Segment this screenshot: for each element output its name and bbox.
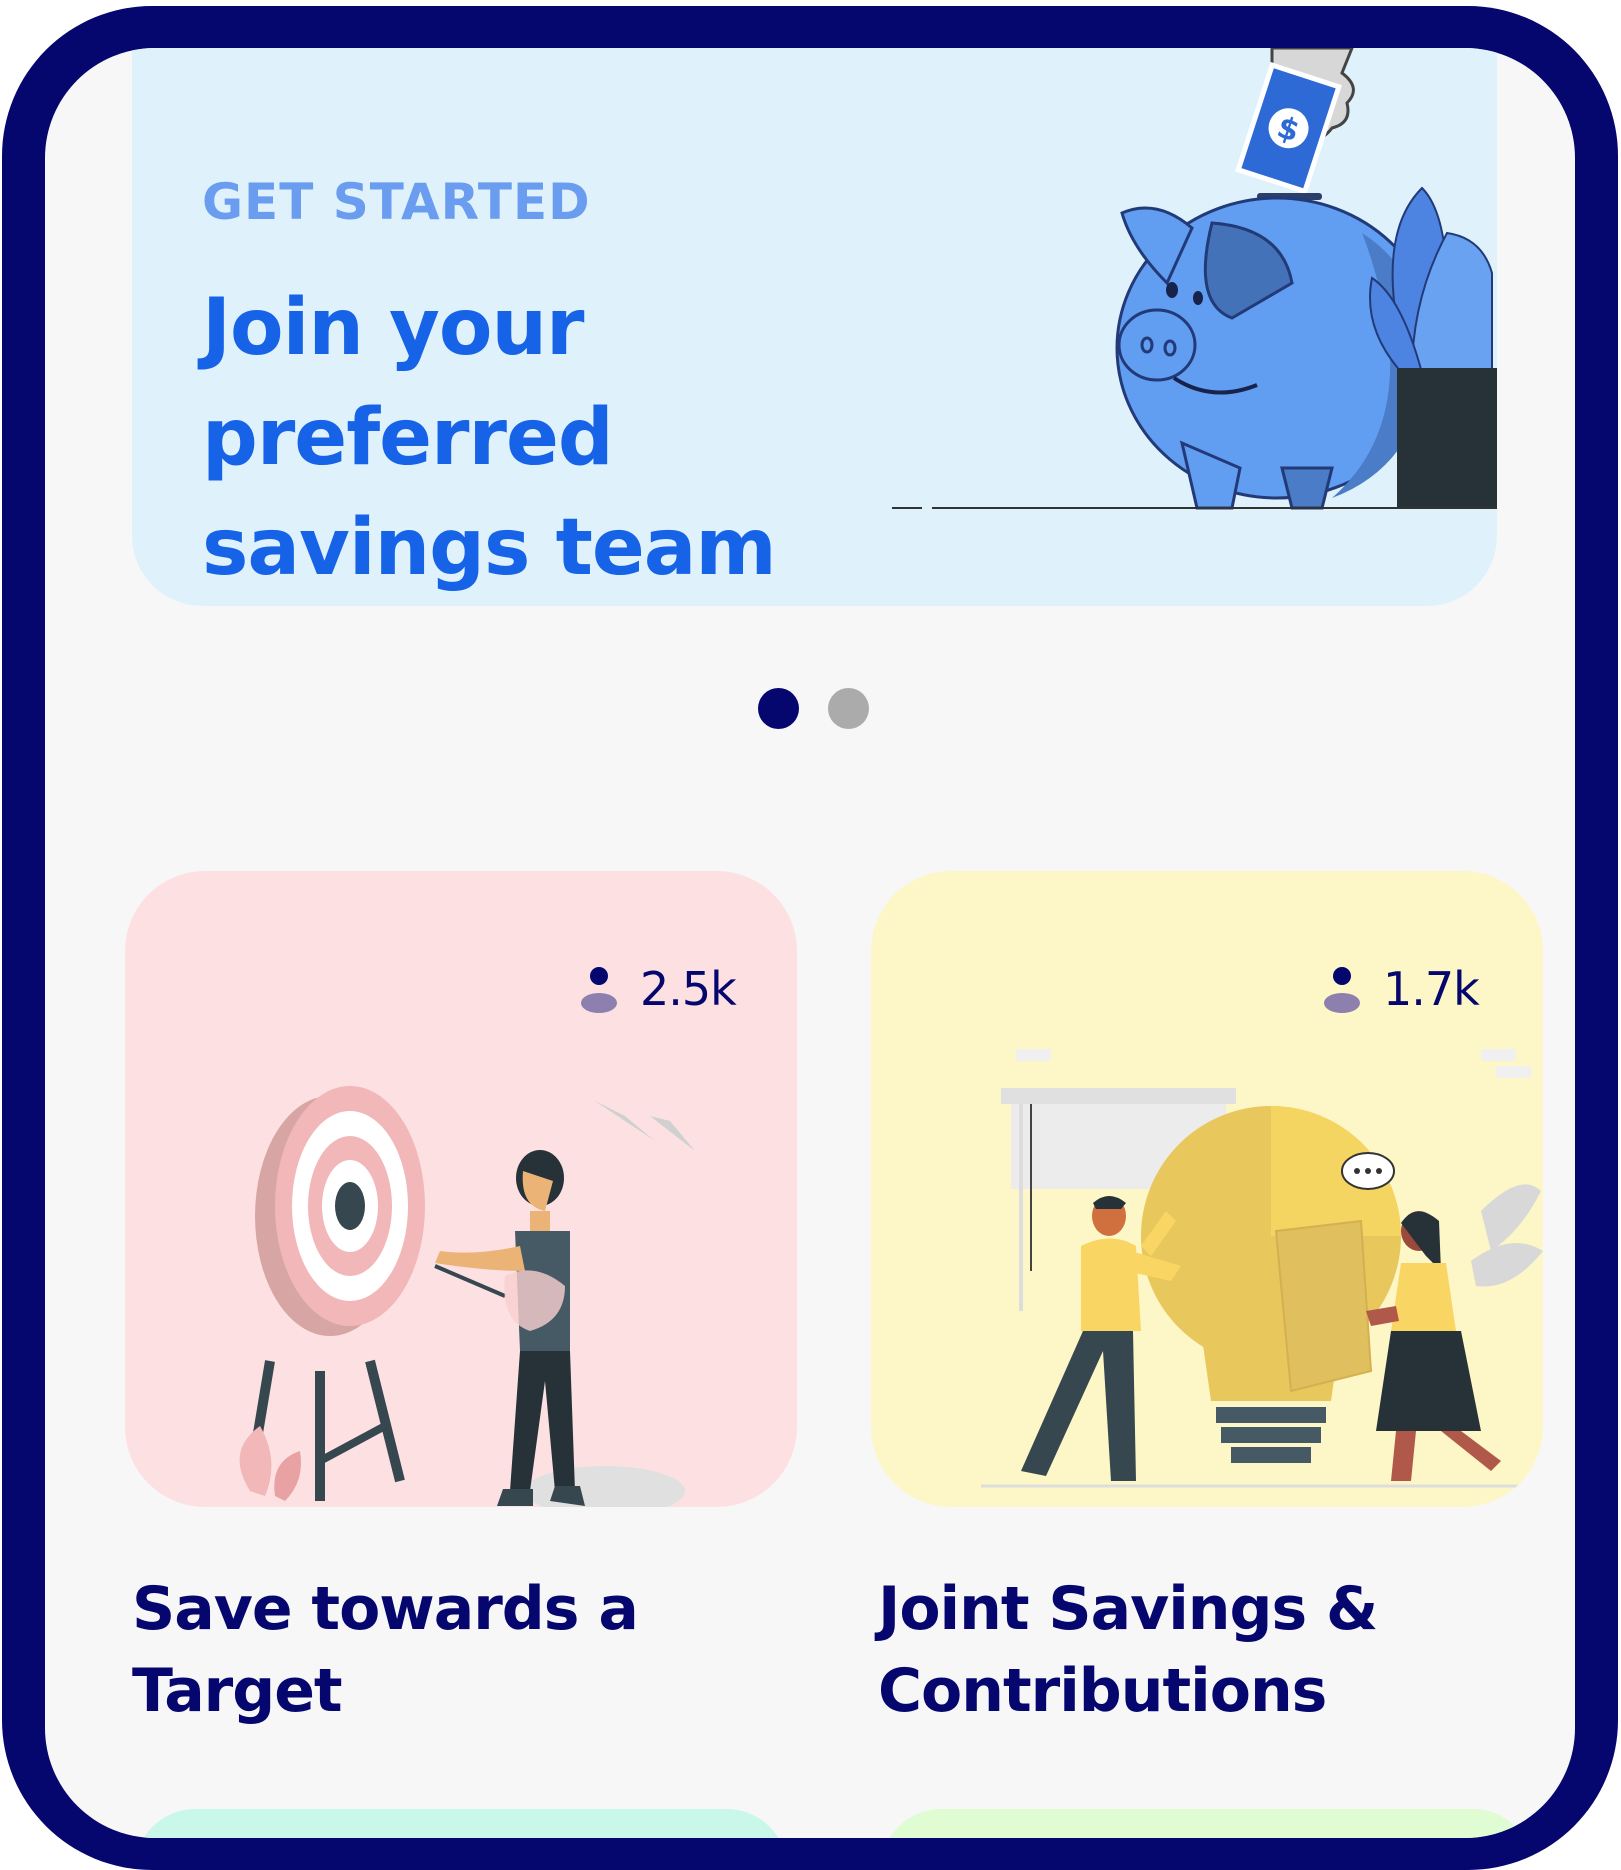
savings-card-peek[interactable] bbox=[881, 1809, 1533, 1838]
card-title-joint[interactable]: Joint Savings & Contributions bbox=[878, 1568, 1518, 1732]
carousel-pagination bbox=[45, 688, 1575, 732]
person-icon bbox=[581, 967, 617, 1013]
app-screen: GET STARTED Join your preferred savings … bbox=[45, 48, 1575, 1838]
pagination-dot-active[interactable] bbox=[758, 688, 799, 729]
banner-title: Join your preferred savings team bbox=[202, 283, 777, 593]
teamwork-illustration bbox=[981, 1049, 1543, 1488]
member-count: 2.5k bbox=[580, 959, 737, 1019]
promo-banner[interactable]: GET STARTED Join your preferred savings … bbox=[132, 48, 1497, 606]
device-frame: GET STARTED Join your preferred savings … bbox=[2, 6, 1618, 1870]
member-count: 1.7k bbox=[1323, 959, 1480, 1019]
member-count-value: 2.5k bbox=[640, 962, 737, 1016]
savings-card-target[interactable]: 2.5k bbox=[125, 871, 797, 1507]
banner-eyebrow: GET STARTED bbox=[202, 173, 591, 231]
piggy-bank-illustration: $ bbox=[892, 48, 1497, 510]
card-title-target[interactable]: Save towards a Target bbox=[132, 1568, 772, 1732]
target-illustration bbox=[239, 1086, 695, 1507]
savings-card-peek[interactable] bbox=[135, 1809, 787, 1838]
pagination-dot[interactable] bbox=[828, 688, 869, 729]
person-icon bbox=[1324, 967, 1360, 1013]
savings-card-joint[interactable]: 1.7k bbox=[871, 871, 1543, 1507]
member-count-value: 1.7k bbox=[1383, 962, 1480, 1016]
